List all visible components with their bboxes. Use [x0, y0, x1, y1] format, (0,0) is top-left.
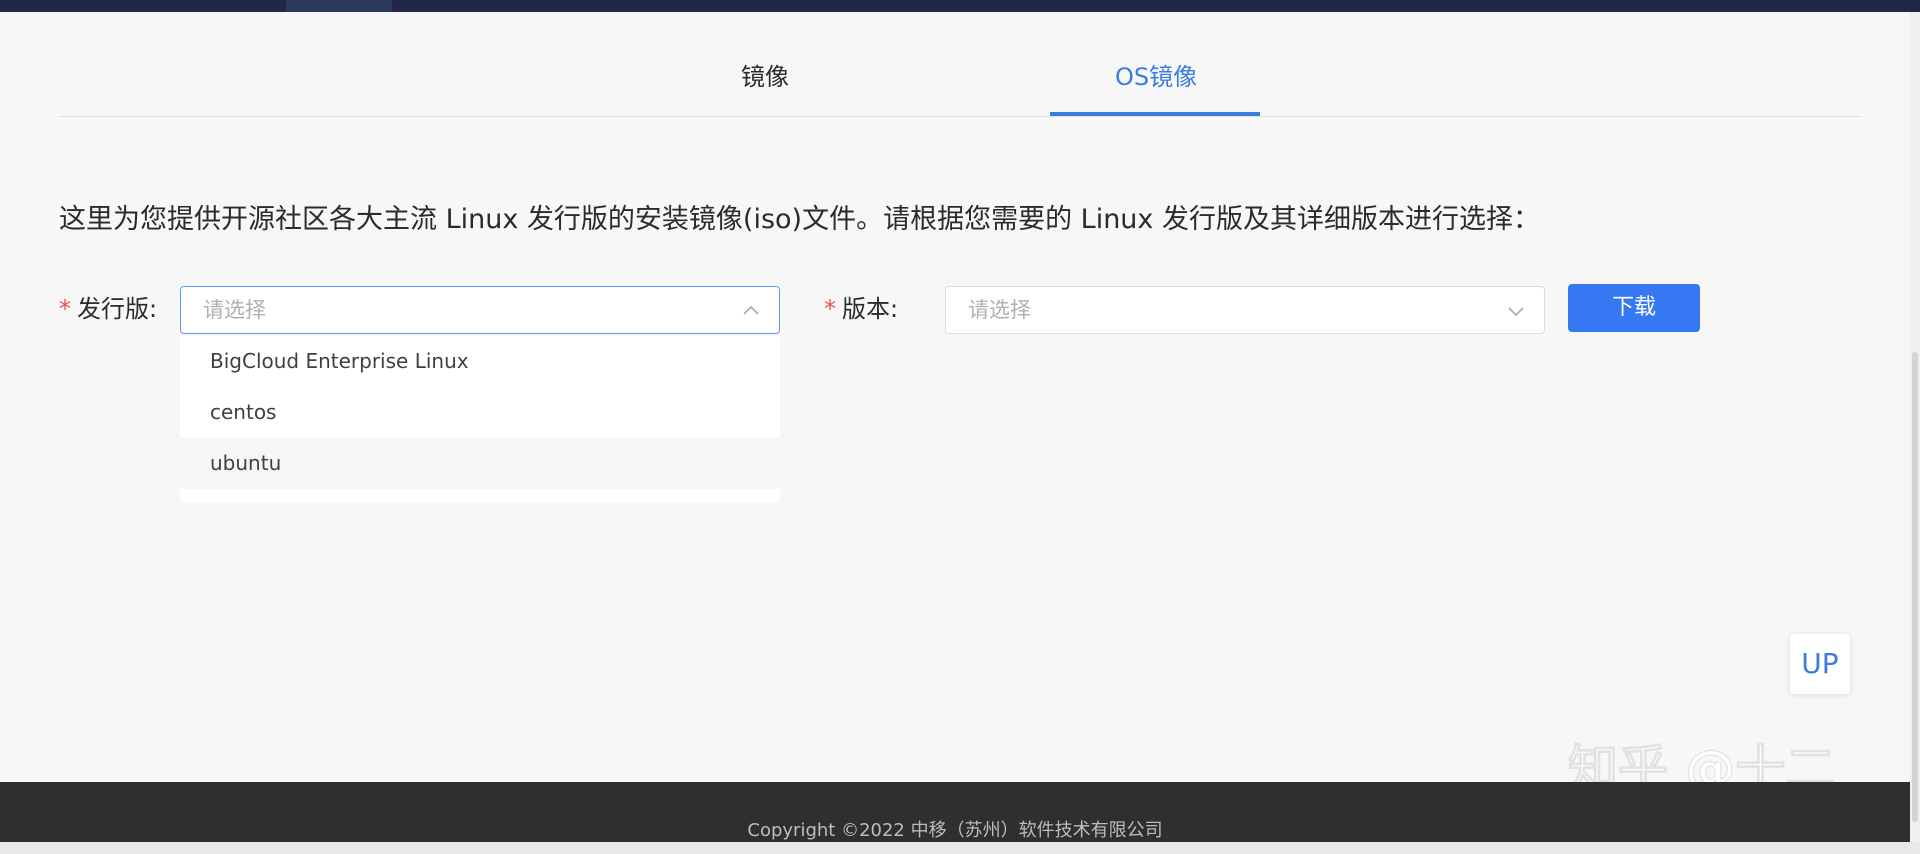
bottom-strip [0, 842, 1920, 854]
version-label-text: 版本: [842, 295, 899, 323]
page-footer: Copyright ©2022 中移（苏州）软件技术有限公司 [0, 782, 1910, 842]
intro-text: 这里为您提供开源社区各大主流 Linux 发行版的安装镜像(iso)文件。请根据… [59, 204, 1540, 235]
scrollbar-thumb[interactable] [1912, 352, 1918, 822]
distro-option-ubuntu[interactable]: ubuntu [180, 438, 780, 489]
distro-label: * 发行版: [59, 294, 157, 324]
version-select-placeholder: 请选择 [968, 298, 1031, 322]
version-label: * 版本: [824, 294, 898, 324]
tab-os-images[interactable]: OS镜像 [1115, 62, 1197, 92]
page-scrollbar[interactable] [1910, 12, 1920, 842]
required-mark: * [824, 295, 836, 323]
top-nav-highlight [286, 0, 392, 12]
version-select[interactable]: 请选择 [945, 286, 1545, 334]
download-button[interactable]: 下载 [1568, 284, 1700, 332]
distro-select-placeholder: 请选择 [203, 298, 266, 322]
scroll-up-button[interactable]: UP [1790, 634, 1850, 694]
distro-option-centos[interactable]: centos [180, 387, 780, 438]
chevron-up-icon [743, 305, 759, 315]
top-nav-bar [0, 0, 1920, 12]
required-mark: * [59, 295, 71, 323]
distro-label-text: 发行版: [77, 295, 158, 323]
distro-option-bigcloud[interactable]: BigCloud Enterprise Linux [180, 336, 780, 387]
tab-images[interactable]: 镜像 [741, 62, 789, 92]
chevron-down-icon [1508, 307, 1524, 317]
image-tabs: 镜像 OS镜像 [59, 40, 1861, 117]
footer-copyright: Copyright ©2022 中移（苏州）软件技术有限公司 [747, 820, 1163, 841]
distro-dropdown: BigCloud Enterprise Linux centos ubuntu [180, 336, 780, 502]
distro-select[interactable]: 请选择 [180, 286, 780, 334]
active-tab-underline [1050, 112, 1260, 116]
